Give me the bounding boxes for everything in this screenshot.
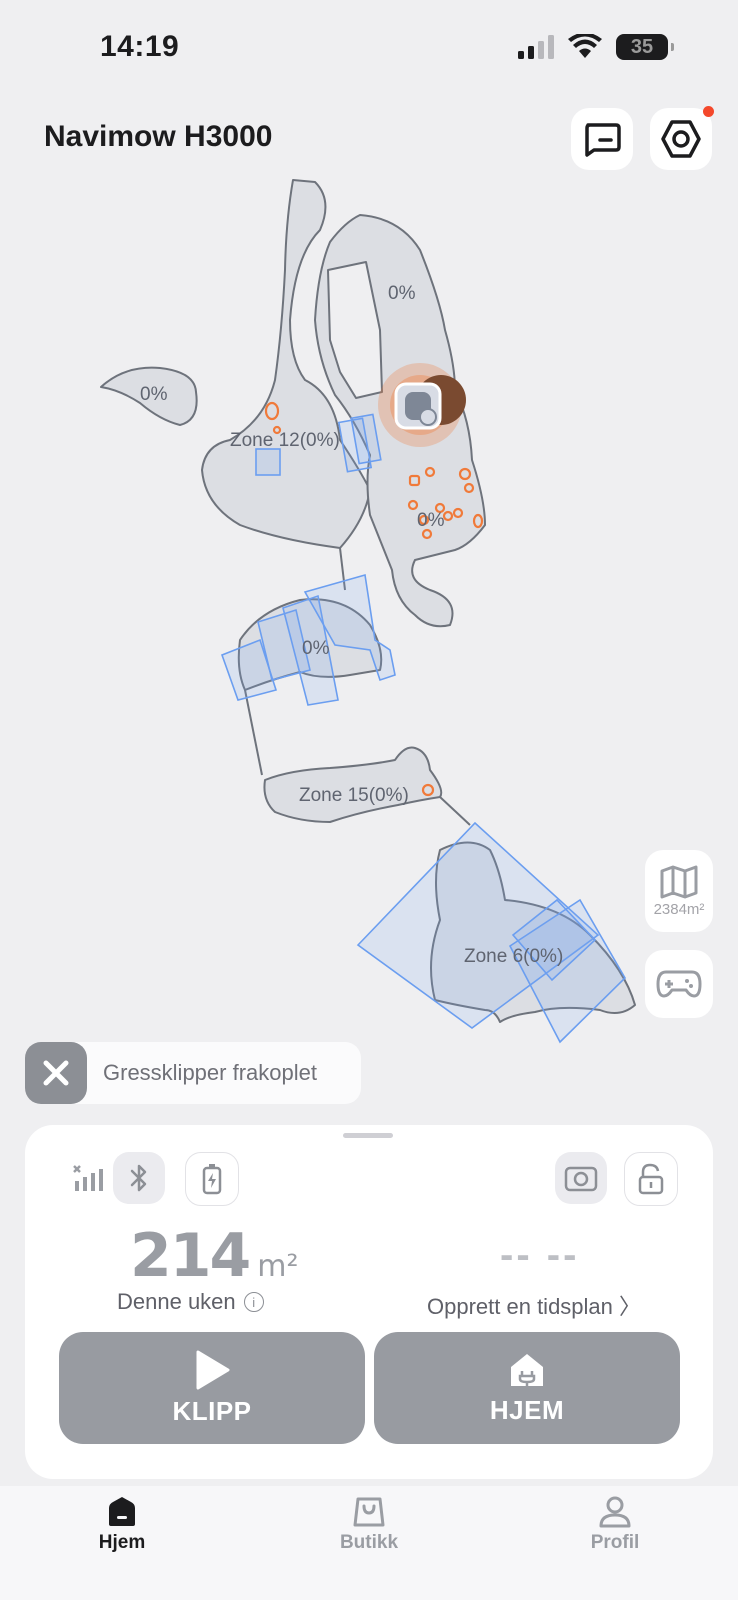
tab-profile-label: Profil [590, 1532, 640, 1553]
remote-control-button[interactable] [645, 950, 713, 1018]
home-icon [109, 1497, 135, 1526]
charging-dock-icon [511, 1353, 543, 1386]
settings-hexagon-icon [661, 120, 701, 158]
disconnected-toast: Gressklipper frakoplet [25, 1042, 361, 1104]
status-icons: 35 [518, 34, 674, 60]
battery-level: 35 [630, 35, 654, 58]
home-button-label: HJEM [489, 1394, 565, 1425]
close-icon [43, 1060, 69, 1086]
info-icon[interactable]: i [243, 1292, 264, 1312]
tab-shop[interactable]: Butikk [309, 1496, 429, 1554]
weekly-area-value: 214 [130, 1221, 251, 1291]
status-bar: 14:19 35 [0, 0, 738, 100]
tab-shop-label: Butikk [339, 1532, 399, 1553]
schedule-value: -- -- [500, 1233, 580, 1277]
weekly-label-text: Denne uken [117, 1289, 236, 1314]
camera-button[interactable] [555, 1152, 607, 1204]
tab-profile[interactable]: Profil [555, 1496, 675, 1554]
clock: 14:19 [100, 30, 180, 63]
message-icon [585, 123, 621, 157]
dismiss-toast-button[interactable] [25, 1042, 87, 1104]
play-icon [196, 1350, 230, 1389]
zone-label-right: 0% [417, 510, 445, 531]
zone-label-middle: 0% [302, 638, 330, 659]
bluetooth-status[interactable] [113, 1152, 165, 1204]
map-icon [660, 865, 698, 898]
signal-status[interactable] [61, 1152, 113, 1204]
battery-charging-icon [202, 1164, 222, 1195]
gamepad-icon [656, 970, 702, 998]
mow-button[interactable]: KLIPP [59, 1332, 365, 1444]
mow-button-label: KLIPP [172, 1395, 252, 1426]
battery-icon: 35 [616, 34, 674, 60]
lock-button[interactable] [624, 1152, 678, 1206]
shopping-bag-icon [353, 1497, 385, 1527]
drag-handle[interactable] [343, 1133, 393, 1138]
zone-label-top: 0% [388, 283, 416, 304]
zone-label-6: Zone 6(0%) [464, 946, 563, 967]
battery-status[interactable] [185, 1152, 239, 1206]
wifi-icon [568, 34, 602, 58]
lawn-map[interactable]: 0% 0% Zone 12(0%) 0% 0% Zone 15(0%) Zone… [0, 160, 738, 1060]
camera-icon [564, 1166, 598, 1192]
map-area-value: 2384m² [653, 900, 705, 918]
profile-icon [599, 1496, 631, 1528]
map-area-button[interactable]: 2384m² [645, 850, 713, 932]
signal-off-icon [73, 1165, 103, 1191]
tab-bar: Hjem Butikk Profil [0, 1486, 738, 1600]
weekly-area-unit: m² [257, 1249, 299, 1284]
page-title: Navimow H3000 [44, 120, 273, 153]
tab-home[interactable]: Hjem [62, 1496, 182, 1554]
unlock-icon [638, 1163, 664, 1195]
zone-label-12: Zone 12(0%) [230, 430, 340, 451]
tab-home-label: Hjem [98, 1532, 146, 1553]
weekly-mowed-area: 214 m² [130, 1221, 299, 1291]
toast-message: Gressklipper frakoplet [103, 1060, 317, 1085]
return-home-button[interactable]: HJEM [374, 1332, 680, 1444]
notification-dot [703, 106, 714, 117]
create-schedule-link[interactable]: Opprett en tidsplan 〉 [427, 1289, 641, 1321]
zone-label-left: 0% [140, 384, 168, 405]
control-panel: 214 m² Denne uken i -- -- Opprett en tids… [25, 1125, 713, 1479]
weekly-label[interactable]: Denne uken i [117, 1289, 264, 1315]
cellular-signal-icon [518, 35, 554, 59]
bluetooth-icon [130, 1164, 147, 1192]
zone-label-15: Zone 15(0%) [299, 785, 409, 806]
